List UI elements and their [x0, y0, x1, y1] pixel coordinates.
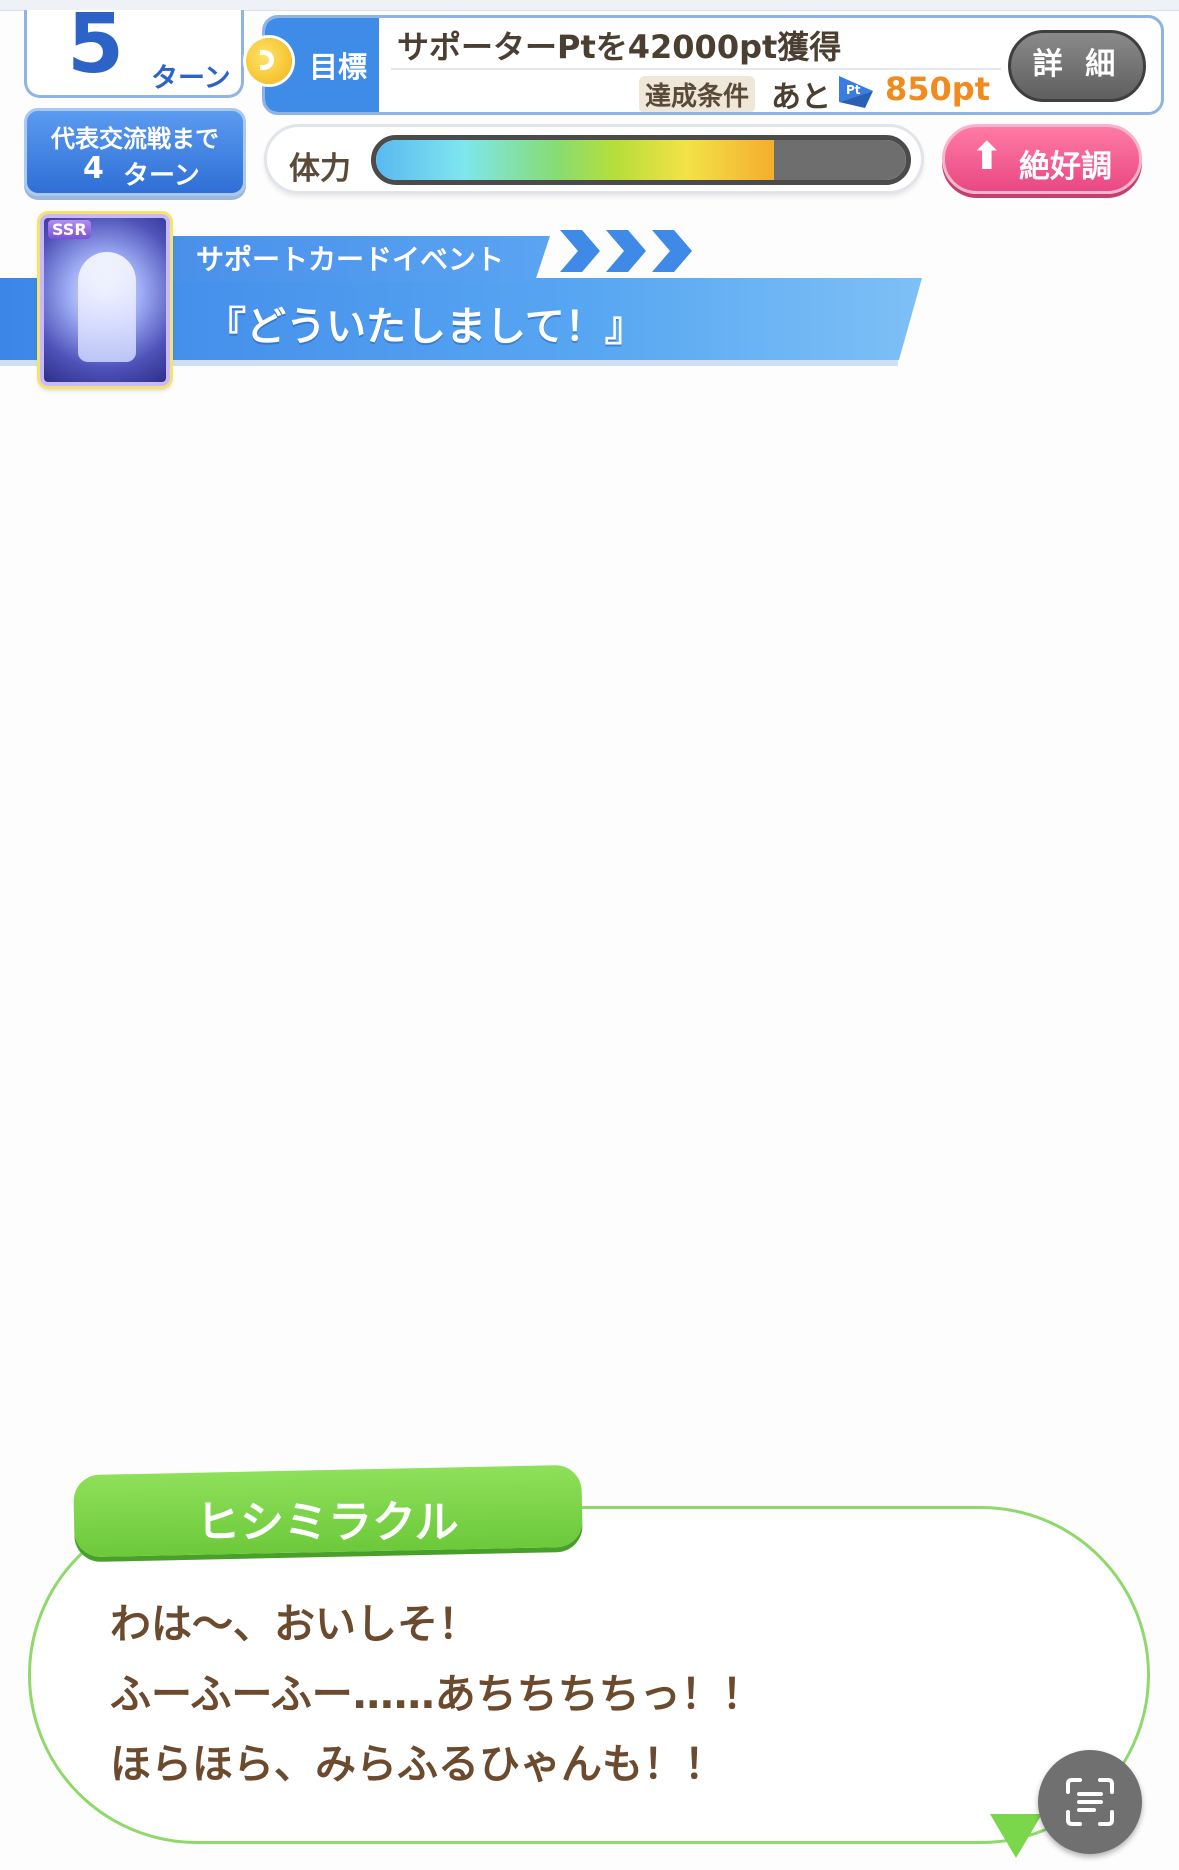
mood-up-arrow-icon: ⬆	[971, 134, 1003, 178]
turn-unit: ターン	[151, 63, 231, 94]
energy-fill	[376, 140, 774, 180]
chevron-icon	[606, 230, 646, 272]
dialogue-line: ふーふーふー……あちちちちっ！！	[110, 1670, 763, 1718]
countdown-label: 代表交流戦まで	[51, 125, 219, 153]
goal-target-icon	[246, 38, 292, 84]
chevron-icon	[652, 230, 692, 272]
dialogue-line: ほらほら、みらふるひゃんも！！	[110, 1740, 725, 1788]
card-rarity-badge: SSR	[48, 220, 91, 239]
energy-bar	[371, 135, 911, 185]
countdown-value: 4	[83, 151, 104, 186]
dialogue-line: わは～、おいしそ！	[110, 1600, 479, 1648]
text-scan-button[interactable]	[1038, 1750, 1142, 1854]
turn-counter: 5 ターン	[24, 4, 244, 98]
mood-label: 絶好調	[1019, 149, 1112, 185]
goal-remaining-value: 850pt	[885, 70, 990, 108]
countdown-unit: ターン	[123, 161, 200, 191]
goal-condition-label: 達成条件	[639, 76, 756, 112]
event-type-label: サポートカードイベント	[196, 243, 505, 276]
turn-number: 5	[67, 0, 125, 92]
mood-indicator[interactable]: ⬆ 絶好調	[942, 124, 1142, 194]
text-scan-icon	[1066, 1778, 1114, 1826]
chevron-icon	[560, 230, 600, 272]
energy-label: 体力	[289, 151, 351, 187]
support-card-thumbnail: SSR	[40, 214, 170, 386]
event-countdown: 代表交流戦まで 4 ターン	[24, 108, 246, 196]
event-title: 『どういたしまして！』	[206, 304, 645, 350]
supporter-pt-icon: Pt	[839, 76, 873, 108]
card-character-art	[78, 252, 136, 362]
energy-gauge: 体力	[264, 124, 924, 194]
goal-label: 目標	[309, 50, 368, 84]
energy-empty	[773, 140, 906, 180]
goal-remaining-label: あと	[771, 80, 831, 115]
supporter-pt-badge-text: Pt	[846, 83, 861, 97]
detail-button[interactable]: 詳 細	[1008, 30, 1146, 102]
speaker-name: ヒシミラクル	[196, 1497, 459, 1548]
goal-title: サポーターPtを42000pt獲得	[397, 28, 842, 66]
